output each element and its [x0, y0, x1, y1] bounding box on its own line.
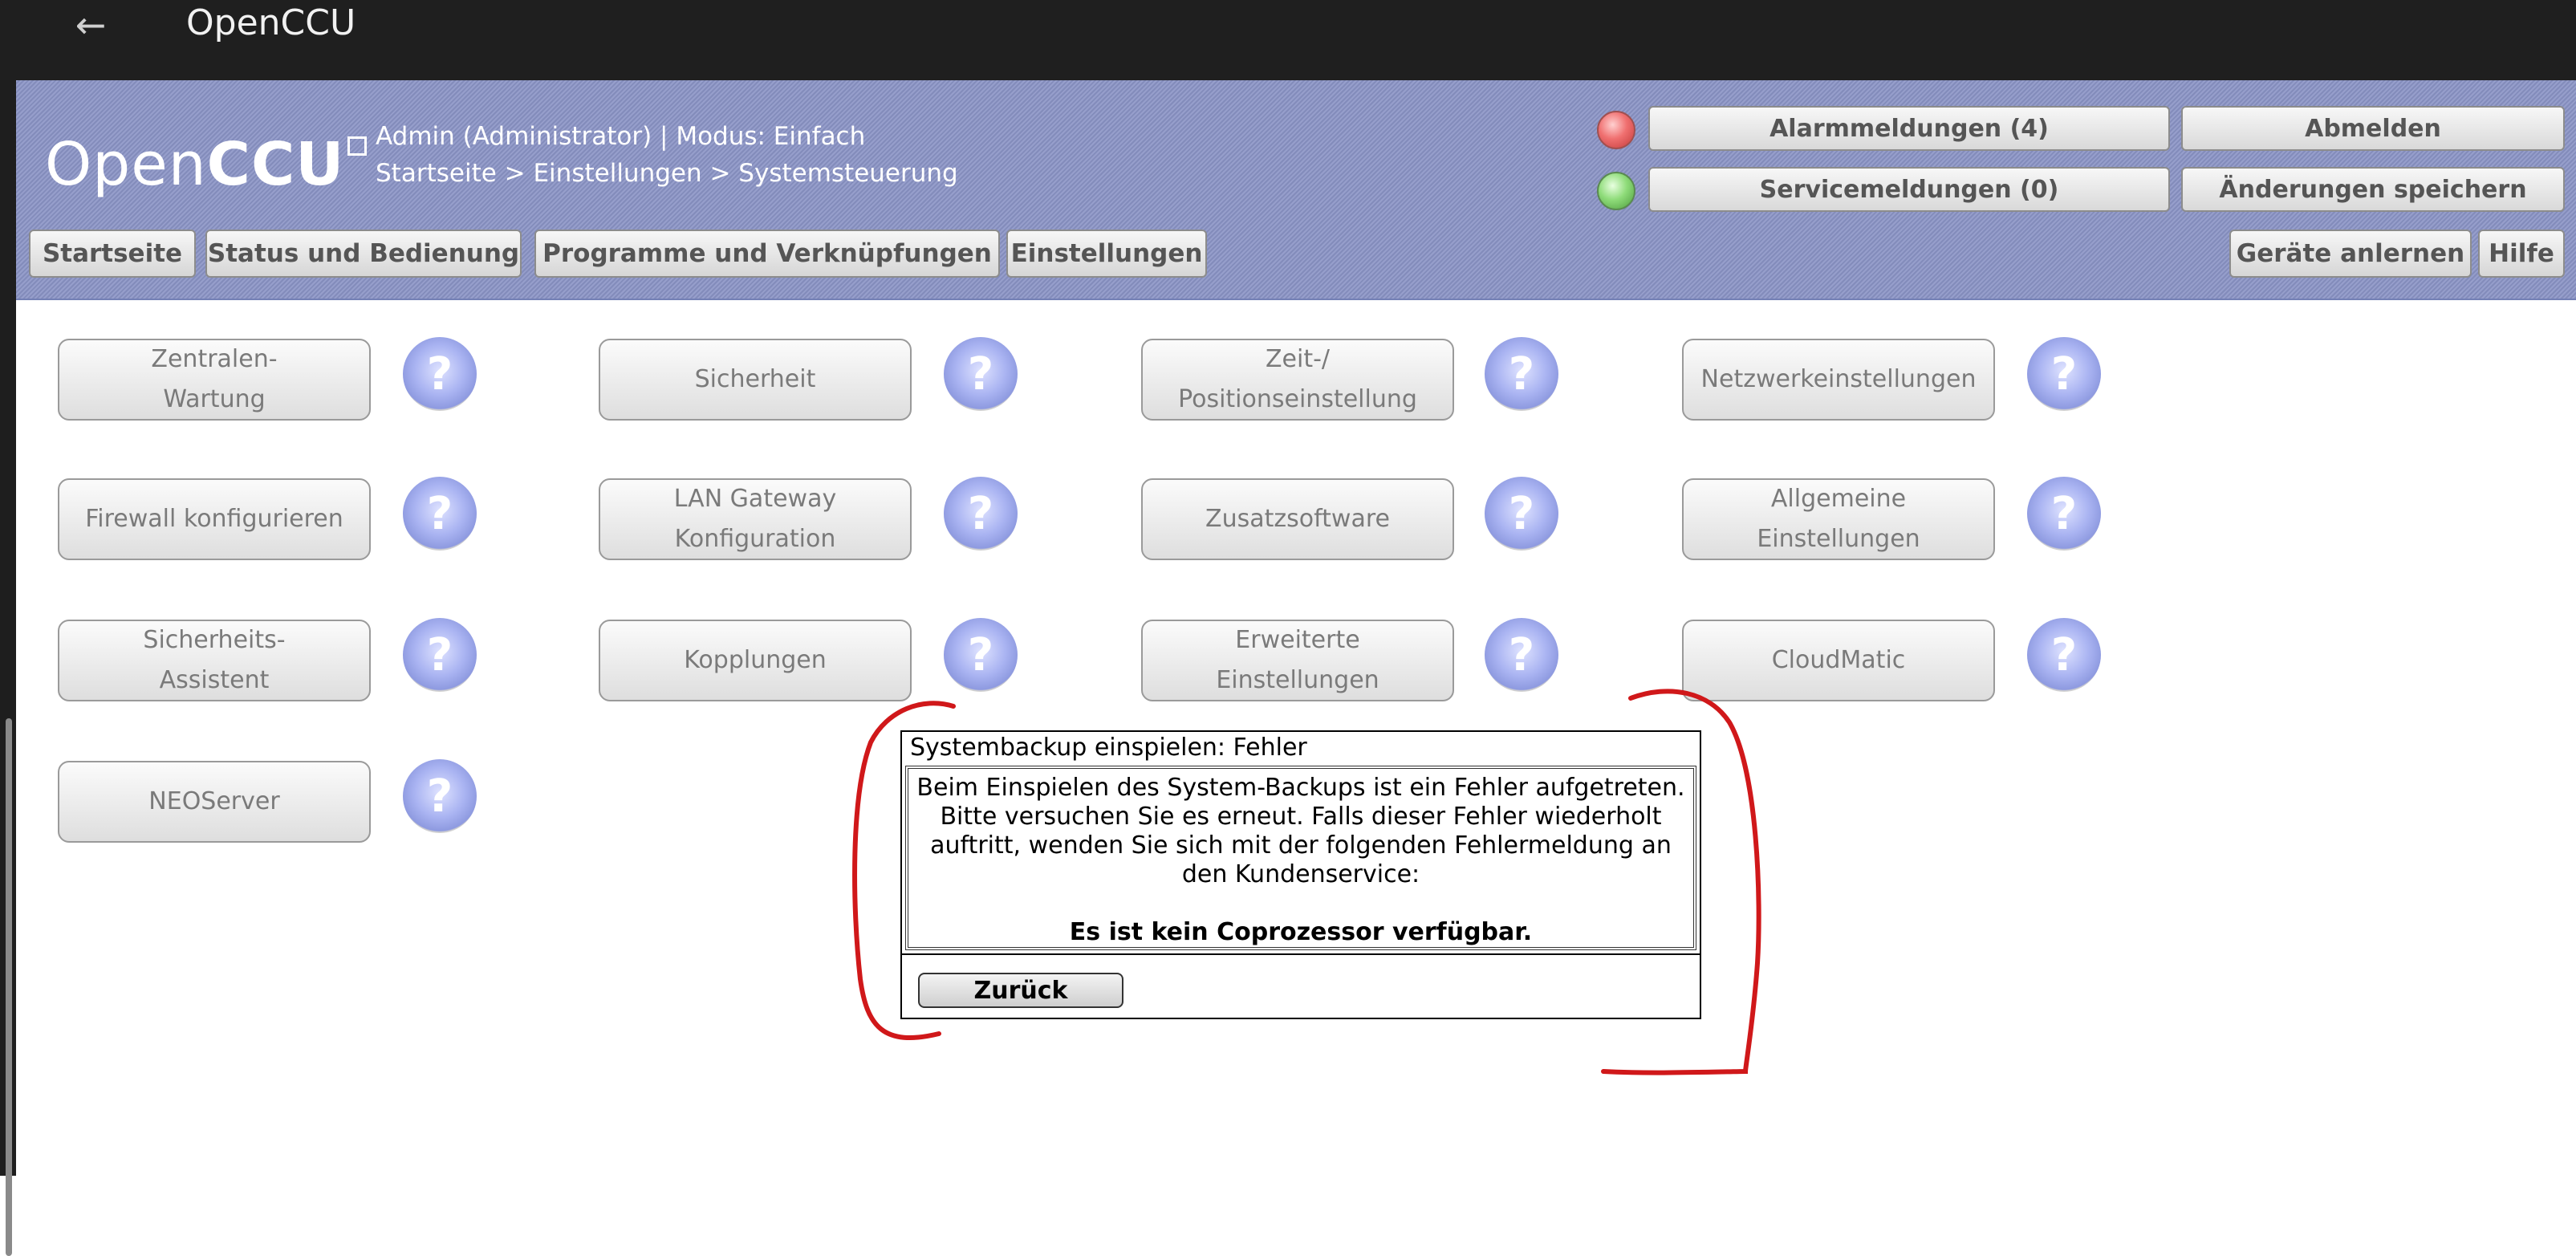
- logout-button[interactable]: Abmelden: [2181, 106, 2565, 151]
- opencu-logo: OpenCCU: [45, 130, 368, 199]
- nav-einstellungen[interactable]: Einstellungen: [1006, 230, 1207, 278]
- help-icon[interactable]: ?: [2027, 477, 2101, 551]
- dialog-message: Beim Einspielen des System-Backups ist e…: [905, 766, 1696, 950]
- service-led-icon: [1597, 172, 1635, 210]
- dialog-line: auftritt, wenden Sie sich mit der folgen…: [930, 831, 1672, 860]
- tile-label-line1: Netzwerkeinstellungen: [1700, 365, 1977, 393]
- tile-label-line1: Kopplungen: [684, 646, 827, 674]
- help-icon[interactable]: ?: [2027, 337, 2101, 411]
- help-icon[interactable]: ?: [944, 337, 1018, 411]
- tile-label-line1: Firewall konfigurieren: [85, 505, 343, 533]
- nav-status-bedienung[interactable]: Status und Bedienung: [205, 230, 522, 278]
- tile-label-line1: Zusatzsoftware: [1205, 505, 1390, 533]
- tile-label-line2: Wartung: [163, 385, 266, 413]
- scrollbar-track: [0, 80, 16, 1256]
- tile-label-line1: Allgemeine: [1770, 485, 1907, 513]
- tile-kopplungen[interactable]: Kopplungen: [599, 620, 912, 701]
- tile-erweiterte-einstellungen[interactable]: Erweiterte Einstellungen: [1141, 620, 1454, 701]
- tile-label-line1: Sicherheits-: [143, 626, 286, 654]
- dialog-divider: [902, 953, 1700, 955]
- ccu-header: OpenCCU Admin (Administrator) | Modus: E…: [16, 80, 2576, 300]
- tile-zusatzsoftware[interactable]: Zusatzsoftware: [1141, 478, 1454, 560]
- tile-zeit-positionseinstellung[interactable]: Zeit-/ Positionseinstellung: [1141, 339, 1454, 421]
- help-icon[interactable]: ?: [944, 477, 1018, 551]
- tile-zentralen-wartung[interactable]: Zentralen- Wartung: [58, 339, 371, 421]
- save-changes-button[interactable]: Änderungen speichern: [2181, 167, 2565, 212]
- error-message: Es ist kein Coprozessor verfügbar.: [1069, 918, 1533, 946]
- help-icon[interactable]: ?: [403, 618, 477, 692]
- help-icon[interactable]: ?: [403, 759, 477, 833]
- logo-text-open: Open: [45, 130, 207, 199]
- tile-label-line1: Sicherheit: [694, 365, 816, 393]
- help-icon[interactable]: ?: [1485, 337, 1558, 411]
- dialog-line: den Kundenservice:: [1181, 860, 1420, 888]
- nav-hilfe[interactable]: Hilfe: [2478, 230, 2565, 278]
- dialog-title: Systembackup einspielen: Fehler: [910, 734, 1307, 762]
- nav-geraete-anlernen[interactable]: Geräte anlernen: [2229, 230, 2472, 278]
- user-mode-line: Admin (Administrator) | Modus: Einfach: [376, 122, 866, 151]
- help-icon[interactable]: ?: [1485, 618, 1558, 692]
- nav-startseite[interactable]: Startseite: [29, 230, 196, 278]
- logo-text-ccu: CCU: [206, 130, 345, 199]
- help-icon[interactable]: ?: [403, 477, 477, 551]
- back-arrow-icon[interactable]: ←: [71, 5, 111, 45]
- tile-label-line2: Einstellungen: [1216, 666, 1379, 694]
- tile-label-line1: CloudMatic: [1771, 646, 1906, 674]
- tile-cloudmatic[interactable]: CloudMatic: [1682, 620, 1995, 701]
- tile-label-line1: Zeit-/: [1265, 345, 1331, 373]
- service-messages-button[interactable]: Servicemeldungen (0): [1648, 167, 2170, 212]
- tile-label-line2: Einstellungen: [1757, 525, 1920, 553]
- tile-netzwerkeinstellungen[interactable]: Netzwerkeinstellungen: [1682, 339, 1995, 421]
- tile-lan-gateway[interactable]: LAN Gateway Konfiguration: [599, 478, 912, 560]
- tile-sicherheits-assistent[interactable]: Sicherheits- Assistent: [58, 620, 371, 701]
- help-icon[interactable]: ?: [944, 618, 1018, 692]
- tile-sicherheit[interactable]: Sicherheit: [599, 339, 912, 421]
- alarm-led-icon: [1597, 111, 1635, 149]
- help-icon[interactable]: ?: [1485, 477, 1558, 551]
- tile-firewall[interactable]: Firewall konfigurieren: [58, 478, 371, 560]
- app-title: OpenCCU: [186, 2, 356, 43]
- dialog-line: Beim Einspielen des System-Backups ist e…: [916, 774, 1685, 802]
- logo-square-icon: [347, 136, 368, 156]
- dialog-line: Bitte versuchen Sie es erneut. Falls die…: [940, 803, 1662, 831]
- tile-label-line1: LAN Gateway: [673, 485, 837, 513]
- nav-programme[interactable]: Programme und Verknüpfungen: [534, 230, 1000, 278]
- tile-label-line1: NEOServer: [148, 787, 280, 815]
- breadcrumb: Startseite > Einstellungen > Systemsteue…: [376, 159, 958, 188]
- error-dialog: Systembackup einspielen: Fehler Beim Ein…: [900, 730, 1701, 1019]
- tile-neoserver[interactable]: NEOServer: [58, 761, 371, 843]
- back-button[interactable]: Zurück: [918, 973, 1123, 1008]
- tile-label-line2: Assistent: [159, 666, 270, 694]
- alarm-messages-button[interactable]: Alarmmeldungen (4): [1648, 106, 2170, 151]
- tile-label-line2: Positionseinstellung: [1178, 385, 1417, 413]
- tile-allgemeine-einstellungen[interactable]: Allgemeine Einstellungen: [1682, 478, 1995, 560]
- tile-label-line1: Erweiterte: [1235, 626, 1360, 654]
- browser-title-bar: ← OpenCCU: [0, 0, 2576, 80]
- help-icon[interactable]: ?: [403, 337, 477, 411]
- tile-label-line2: Konfiguration: [674, 525, 836, 553]
- help-icon[interactable]: ?: [2027, 618, 2101, 692]
- tile-label-line1: Zentralen-: [151, 345, 278, 373]
